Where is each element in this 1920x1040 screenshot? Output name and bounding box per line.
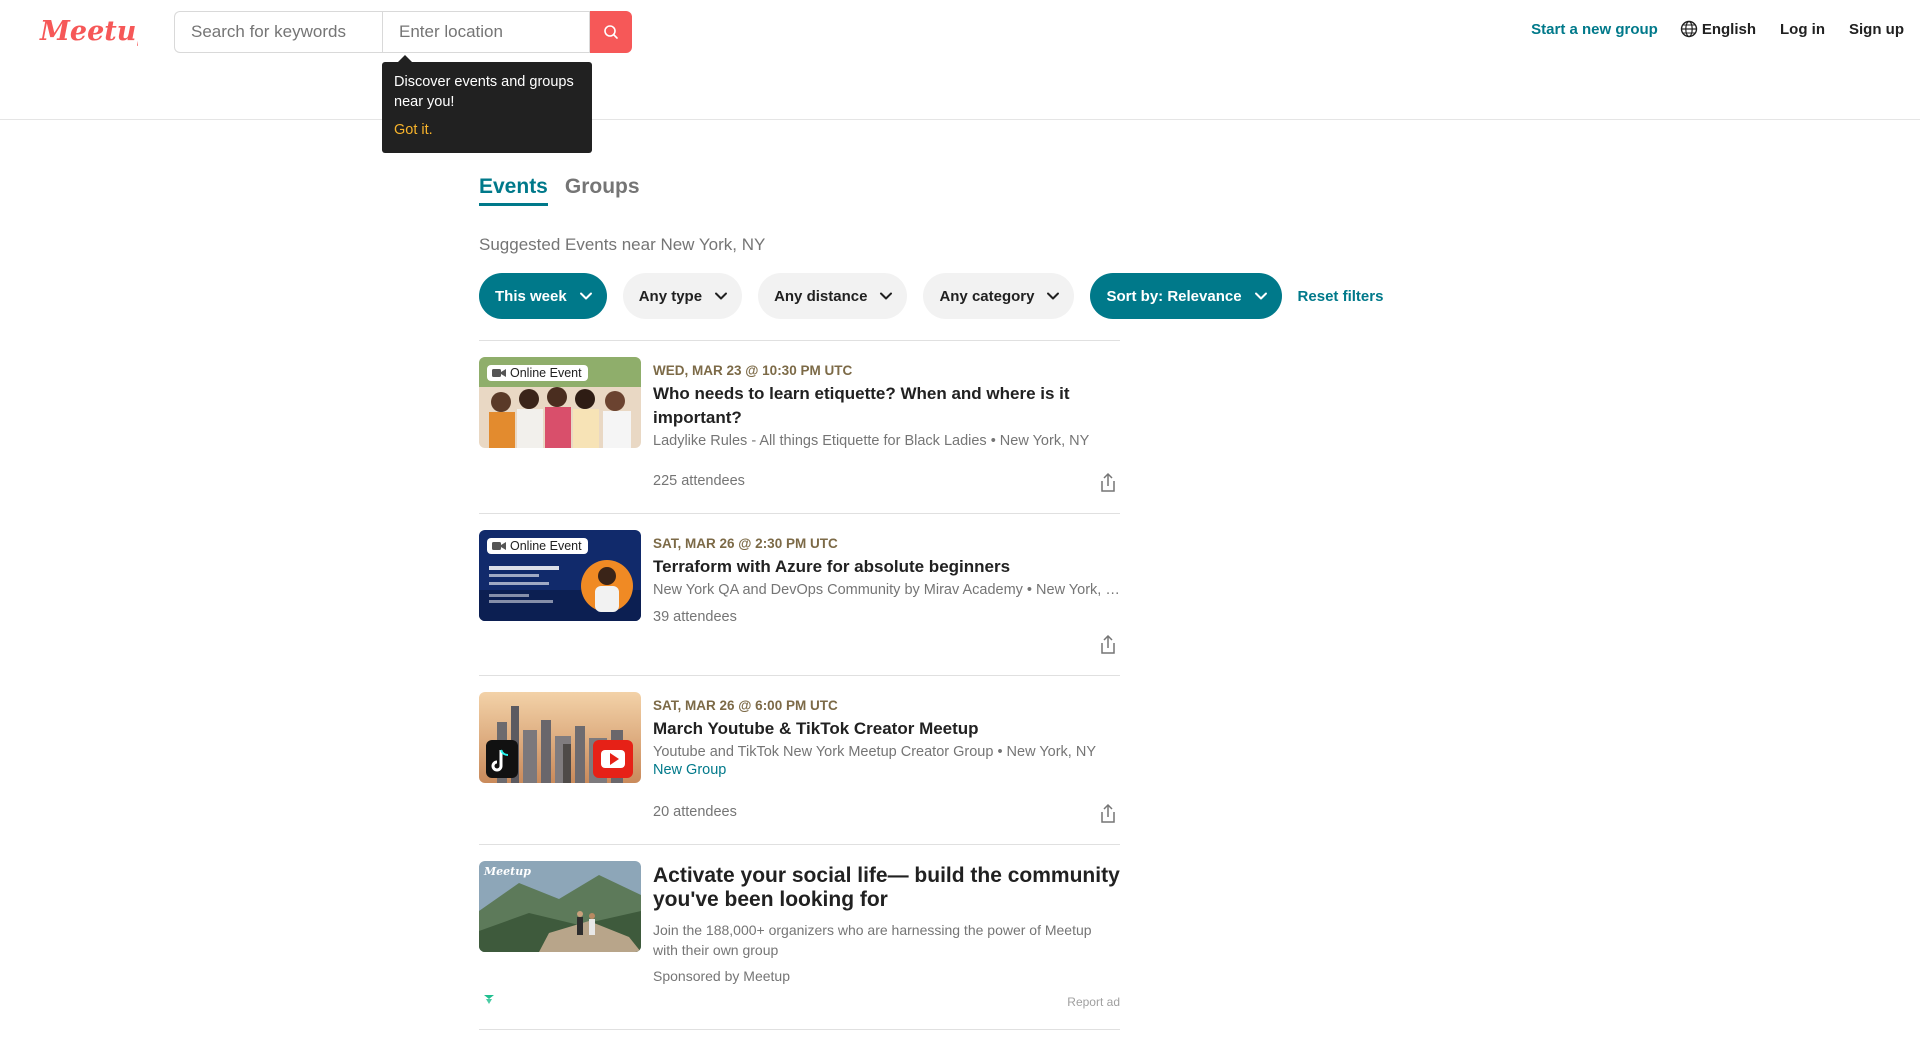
chevron-down-icon xyxy=(1047,292,1060,300)
video-camera-icon xyxy=(492,369,506,377)
sort-label: Sort by: Relevance xyxy=(1106,287,1242,305)
chevron-down-icon xyxy=(880,292,893,300)
result-tabs: Events Groups xyxy=(479,175,640,206)
svg-text:Meetup: Meetup xyxy=(39,16,138,47)
event-thumbnail[interactable] xyxy=(479,692,641,783)
ad-description: Join the 188,000+ organizers who are har… xyxy=(653,922,1092,958)
report-ad-link[interactable]: Report ad xyxy=(1067,995,1120,1009)
ad-thumb-logo: Meetup xyxy=(483,865,531,878)
event-card[interactable]: Online Event WED, MAR 23 @ 10:30 PM UTC … xyxy=(479,341,1120,514)
event-group: Ladylike Rules - All things Etiquette fo… xyxy=(653,433,1090,449)
filter-bar: This week Any type Any distance Any cate… xyxy=(479,273,1383,319)
keyword-search-input[interactable] xyxy=(174,11,382,53)
date-filter-label: This week xyxy=(495,287,567,305)
video-camera-icon xyxy=(492,542,506,550)
tab-events[interactable]: Events xyxy=(479,175,548,206)
header-nav: Start a new group English Log in Sign up xyxy=(1507,20,1904,38)
event-group: New York QA and DevOps Community by Mira… xyxy=(653,582,1120,598)
new-group-badge: New Group xyxy=(653,762,727,778)
event-thumbnail[interactable]: Online Event xyxy=(479,530,641,621)
suggested-heading: Suggested Events near New York, NY xyxy=(479,235,766,254)
location-input[interactable] xyxy=(382,11,590,53)
event-info: WED, MAR 23 @ 10:30 PM UTC Who needs to … xyxy=(653,363,1120,449)
type-filter-label: Any type xyxy=(638,287,703,305)
sponsored-ad-card[interactable]: Meetup Activate your social life— build … xyxy=(479,845,1120,1030)
signup-link[interactable]: Sign up xyxy=(1849,21,1904,38)
event-date: SAT, MAR 26 @ 6:00 PM UTC xyxy=(653,698,838,713)
login-link[interactable]: Log in xyxy=(1780,21,1825,38)
event-thumbnail[interactable]: Online Event xyxy=(479,357,641,448)
start-group-link[interactable]: Start a new group xyxy=(1531,21,1658,38)
date-filter-dropdown[interactable]: This week xyxy=(479,273,607,319)
distance-filter-label: Any distance xyxy=(774,287,868,305)
event-info: SAT, MAR 26 @ 6:00 PM UTC March Youtube … xyxy=(653,698,1120,778)
event-title[interactable]: Who needs to learn etiquette? When and w… xyxy=(653,382,1120,430)
ad-sponsor: Sponsored by Meetup xyxy=(653,968,790,984)
language-label: English xyxy=(1701,20,1756,38)
share-icon[interactable] xyxy=(1096,471,1120,495)
event-card[interactable]: SAT, MAR 26 @ 6:00 PM UTC March Youtube … xyxy=(479,676,1120,845)
share-icon[interactable] xyxy=(1096,633,1120,657)
search-bar xyxy=(174,11,632,53)
location-tooltip: Discover events and groups near you! Got… xyxy=(382,55,592,153)
event-list: Online Event WED, MAR 23 @ 10:30 PM UTC … xyxy=(479,340,1120,1030)
search-icon xyxy=(604,25,618,39)
tooltip-text: Discover events and groups near you! xyxy=(394,74,574,110)
category-filter-label: Any category xyxy=(939,287,1035,305)
online-event-badge: Online Event xyxy=(487,365,588,381)
event-title[interactable]: March Youtube & TikTok Creator Meetup xyxy=(653,717,1120,741)
online-event-badge: Online Event xyxy=(487,538,588,554)
event-date: SAT, MAR 26 @ 2:30 PM UTC xyxy=(653,536,838,551)
globe-icon xyxy=(1680,20,1698,38)
chevron-down-icon xyxy=(579,292,592,300)
reset-filters-link[interactable]: Reset filters xyxy=(1298,288,1384,305)
language-selector[interactable]: English xyxy=(1680,20,1756,38)
ad-info: Activate your social life— build the com… xyxy=(653,864,1120,984)
ad-title[interactable]: Activate your social life— build the com… xyxy=(653,864,1120,912)
tab-groups[interactable]: Groups xyxy=(565,175,640,206)
category-filter-dropdown[interactable]: Any category xyxy=(923,273,1075,319)
search-button[interactable] xyxy=(590,11,632,53)
chevron-down-icon xyxy=(715,292,728,300)
event-date: WED, MAR 23 @ 10:30 PM UTC xyxy=(653,363,853,378)
event-info: SAT, MAR 26 @ 2:30 PM UTC Terraform with… xyxy=(653,536,1120,598)
event-title[interactable]: Terraform with Azure for absolute beginn… xyxy=(653,555,1120,579)
event-group: Youtube and TikTok New York Meetup Creat… xyxy=(653,744,1097,760)
ad-image: Meetup xyxy=(479,861,641,952)
online-event-label: Online Event xyxy=(510,366,582,380)
ad-choices-icon[interactable] xyxy=(483,993,495,1005)
chevron-down-icon xyxy=(1254,292,1267,300)
event-attendees: 20 attendees xyxy=(653,804,737,820)
type-filter-dropdown[interactable]: Any type xyxy=(622,273,743,319)
ad-thumbnail[interactable]: Meetup xyxy=(479,861,641,952)
event-attendees: 39 attendees xyxy=(653,609,737,625)
online-event-label: Online Event xyxy=(510,539,582,553)
share-icon[interactable] xyxy=(1096,802,1120,826)
meetup-logo[interactable]: Meetup xyxy=(38,10,138,54)
tooltip-dismiss-link[interactable]: Got it. xyxy=(394,120,580,140)
sort-dropdown[interactable]: Sort by: Relevance xyxy=(1090,273,1282,319)
event-card[interactable]: Online Event SAT, MAR 26 @ 2:30 PM UTC T… xyxy=(479,514,1120,676)
top-header: Meetup Start a new group English Log in … xyxy=(0,0,1920,120)
event-attendees: 225 attendees xyxy=(653,473,745,489)
distance-filter-dropdown[interactable]: Any distance xyxy=(758,273,908,319)
event-image xyxy=(479,692,641,783)
